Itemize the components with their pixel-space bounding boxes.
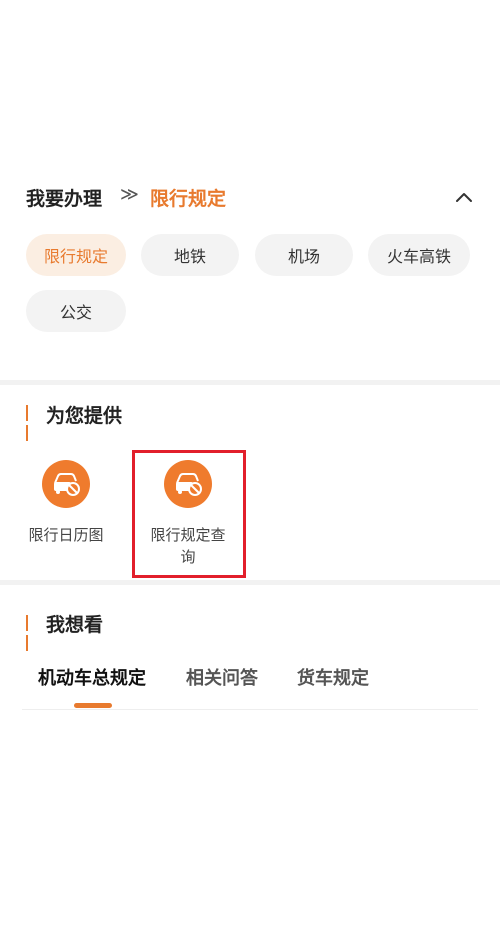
section-divider xyxy=(0,380,500,385)
tabs-divider xyxy=(22,709,478,710)
section-title-want: 我想看 xyxy=(46,614,104,636)
active-tab-indicator xyxy=(74,703,112,708)
section-accent-bar xyxy=(26,405,32,441)
chip-subway[interactable]: 地铁 xyxy=(141,234,239,276)
car-restriction-icon[interactable] xyxy=(42,460,90,508)
tab-related-qa[interactable]: 相关问答 xyxy=(186,664,258,690)
chip-train-highspeed[interactable]: 火车高铁 xyxy=(368,234,470,276)
current-category-title: 限行规定 xyxy=(150,188,227,210)
service-label-restriction-calendar[interactable]: 限行日历图 xyxy=(18,524,114,546)
breadcrumb-label: 我要办理 xyxy=(26,188,103,210)
chip-airport[interactable]: 机场 xyxy=(255,234,353,276)
section-divider xyxy=(0,580,500,585)
tab-motor-vehicle-rules[interactable]: 机动车总规定 xyxy=(38,664,146,690)
chip-bus[interactable]: 公交 xyxy=(26,290,126,332)
chevron-up-icon[interactable] xyxy=(452,188,476,208)
section-title-provide: 为您提供 xyxy=(46,405,123,427)
section-accent-bar xyxy=(26,615,32,651)
tab-truck-rules[interactable]: 货车规定 xyxy=(297,664,369,690)
double-chevron-separator-icon: ≫ xyxy=(120,184,139,205)
highlight-box xyxy=(132,450,246,578)
chip-restriction-rules[interactable]: 限行规定 xyxy=(26,234,126,276)
